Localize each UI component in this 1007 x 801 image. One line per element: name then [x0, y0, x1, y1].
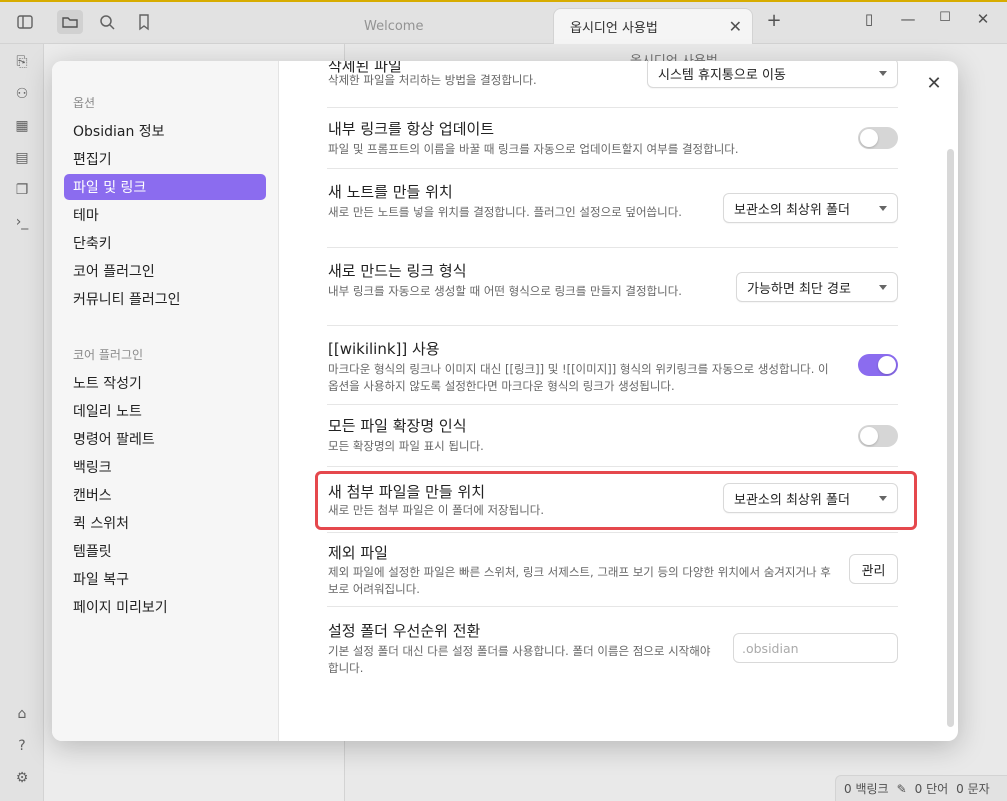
highlight-box	[315, 471, 917, 530]
sidebar-item-community-plugins[interactable]: 커뮤니티 플러그인	[64, 286, 266, 312]
setting-update-links: 내부 링크를 항상 업데이트 파일 및 프롬프트의 이름을 바꿀 때 링크를 자…	[327, 108, 898, 169]
config-folder-input[interactable]	[733, 633, 898, 663]
setting-config-folder: 설정 폴더 우선순위 전환 기본 설정 폴더 대신 다른 설정 폴더를 사용합니…	[327, 607, 898, 687]
setting-name: 새로 만드는 링크 형식	[328, 262, 467, 280]
setting-description: 모든 확장명의 파일 표시 됩니다.	[328, 439, 484, 453]
settings-modal: 옵션 Obsidian 정보 편집기 파일 및 링크 테마 단축키 코어 플러그…	[52, 61, 958, 741]
sidebar-item-core-plugins[interactable]: 코어 플러그인	[64, 258, 266, 284]
setting-new-note-location: 새 노트를 만들 위치 새로 만든 노트를 넣을 위치를 결정합니다. 플러그인…	[327, 169, 898, 248]
sidebar-item-quick-switcher[interactable]: 퀵 스위처	[64, 510, 266, 536]
setting-description: 내부 링크를 자동으로 생성할 때 어떤 형식으로 링크를 만들지 결정합니다.	[328, 284, 682, 298]
sidebar-item-page-preview[interactable]: 페이지 미리보기	[64, 594, 266, 620]
setting-name: 설정 폴더 우선순위 전환	[328, 622, 481, 640]
setting-description: 파일 및 프롬프트의 이름을 바꿀 때 링크를 자동으로 업데이트할지 여부를 …	[328, 142, 739, 156]
settings-content: 삭제된 파일 삭제한 파일을 처리하는 방법을 결정합니다. 시스템 휴지통으로…	[279, 61, 958, 741]
dropdown-value: 보관소의 최상위 폴더	[734, 202, 850, 218]
new-note-location-dropdown[interactable]: 보관소의 최상위 폴더	[723, 193, 898, 223]
sidebar-item-about[interactable]: Obsidian 정보	[64, 118, 266, 144]
chevron-down-icon	[879, 71, 887, 76]
setting-name: 제외 파일	[328, 544, 388, 562]
sidebar-item-daily-notes[interactable]: 데일리 노트	[64, 398, 266, 424]
setting-name: 새 노트를 만들 위치	[328, 183, 453, 201]
sidebar-item-command-palette[interactable]: 명령어 팔레트	[64, 426, 266, 452]
setting-description: 기본 설정 폴더 대신 다른 설정 폴더를 사용합니다. 폴더 이름은 점으로 …	[328, 644, 711, 675]
setting-description: 삭제한 파일을 처리하는 방법을 결정합니다.	[328, 73, 537, 87]
setting-name: [[wikilink]] 사용	[328, 340, 440, 358]
setting-detect-extensions: 모든 파일 확장명 인식 모든 확장명의 파일 표시 됩니다.	[327, 405, 898, 467]
sidebar-item-theme[interactable]: 테마	[64, 202, 266, 228]
setting-excluded-files: 제외 파일 제외 파일에 설정한 파일은 빠른 스위처, 링크 서제스트, 그래…	[327, 533, 898, 607]
dropdown-value: 시스템 휴지통으로 이동	[658, 67, 786, 83]
setting-link-format: 새로 만드는 링크 형식 내부 링크를 자동으로 생성할 때 어떤 형식으로 링…	[327, 248, 898, 326]
sidebar-item-backlinks[interactable]: 백링크	[64, 454, 266, 480]
detect-extensions-toggle[interactable]	[858, 425, 898, 447]
scrollbar[interactable]	[947, 149, 954, 727]
sidebar-item-file-recovery[interactable]: 파일 복구	[64, 566, 266, 592]
setting-description: 새로 만든 노트를 넣을 위치를 결정합니다. 플러그인 설정으로 덮어씁니다.	[328, 205, 682, 219]
section-heading-options: 옵션	[73, 96, 96, 110]
sidebar-item-templates[interactable]: 템플릿	[64, 538, 266, 564]
manage-button[interactable]: 관리	[849, 554, 898, 584]
section-heading-core-plugins: 코어 플러그인	[73, 348, 144, 362]
link-format-dropdown[interactable]: 가능하면 최단 경로	[736, 272, 898, 302]
setting-wikilink: [[wikilink]] 사용 마크다운 형식의 링크나 이미지 대신 [[링크…	[327, 326, 898, 405]
setting-deleted-files: 삭제된 파일 삭제한 파일을 처리하는 방법을 결정합니다. 시스템 휴지통으로…	[327, 61, 898, 108]
sidebar-item-editor[interactable]: 편집기	[64, 146, 266, 172]
setting-description: 제외 파일에 설정한 파일은 빠른 스위처, 링크 서제스트, 그래프 보기 등…	[328, 565, 831, 596]
dropdown-value: 가능하면 최단 경로	[747, 281, 851, 297]
setting-description: 마크다운 형식의 링크나 이미지 대신 [[링크]] 및 ![[이미지]] 형식…	[328, 362, 829, 393]
chevron-down-icon	[879, 206, 887, 211]
sidebar-item-files-links[interactable]: 파일 및 링크	[64, 174, 266, 200]
chevron-down-icon	[879, 285, 887, 290]
settings-sidebar: 옵션 Obsidian 정보 편집기 파일 및 링크 테마 단축키 코어 플러그…	[52, 61, 279, 741]
deleted-files-dropdown[interactable]: 시스템 휴지통으로 이동	[647, 61, 898, 88]
toggle-knob	[860, 129, 878, 147]
close-icon[interactable]: ✕	[922, 71, 946, 95]
update-links-toggle[interactable]	[858, 127, 898, 149]
setting-name: 내부 링크를 항상 업데이트	[328, 120, 495, 138]
wikilink-toggle[interactable]	[858, 354, 898, 376]
toggle-knob	[860, 427, 878, 445]
toggle-knob	[878, 356, 896, 374]
setting-name: 모든 파일 확장명 인식	[328, 417, 467, 435]
sidebar-item-note-composer[interactable]: 노트 작성기	[64, 370, 266, 396]
sidebar-item-canvas[interactable]: 캔버스	[64, 482, 266, 508]
sidebar-item-hotkeys[interactable]: 단축키	[64, 230, 266, 256]
